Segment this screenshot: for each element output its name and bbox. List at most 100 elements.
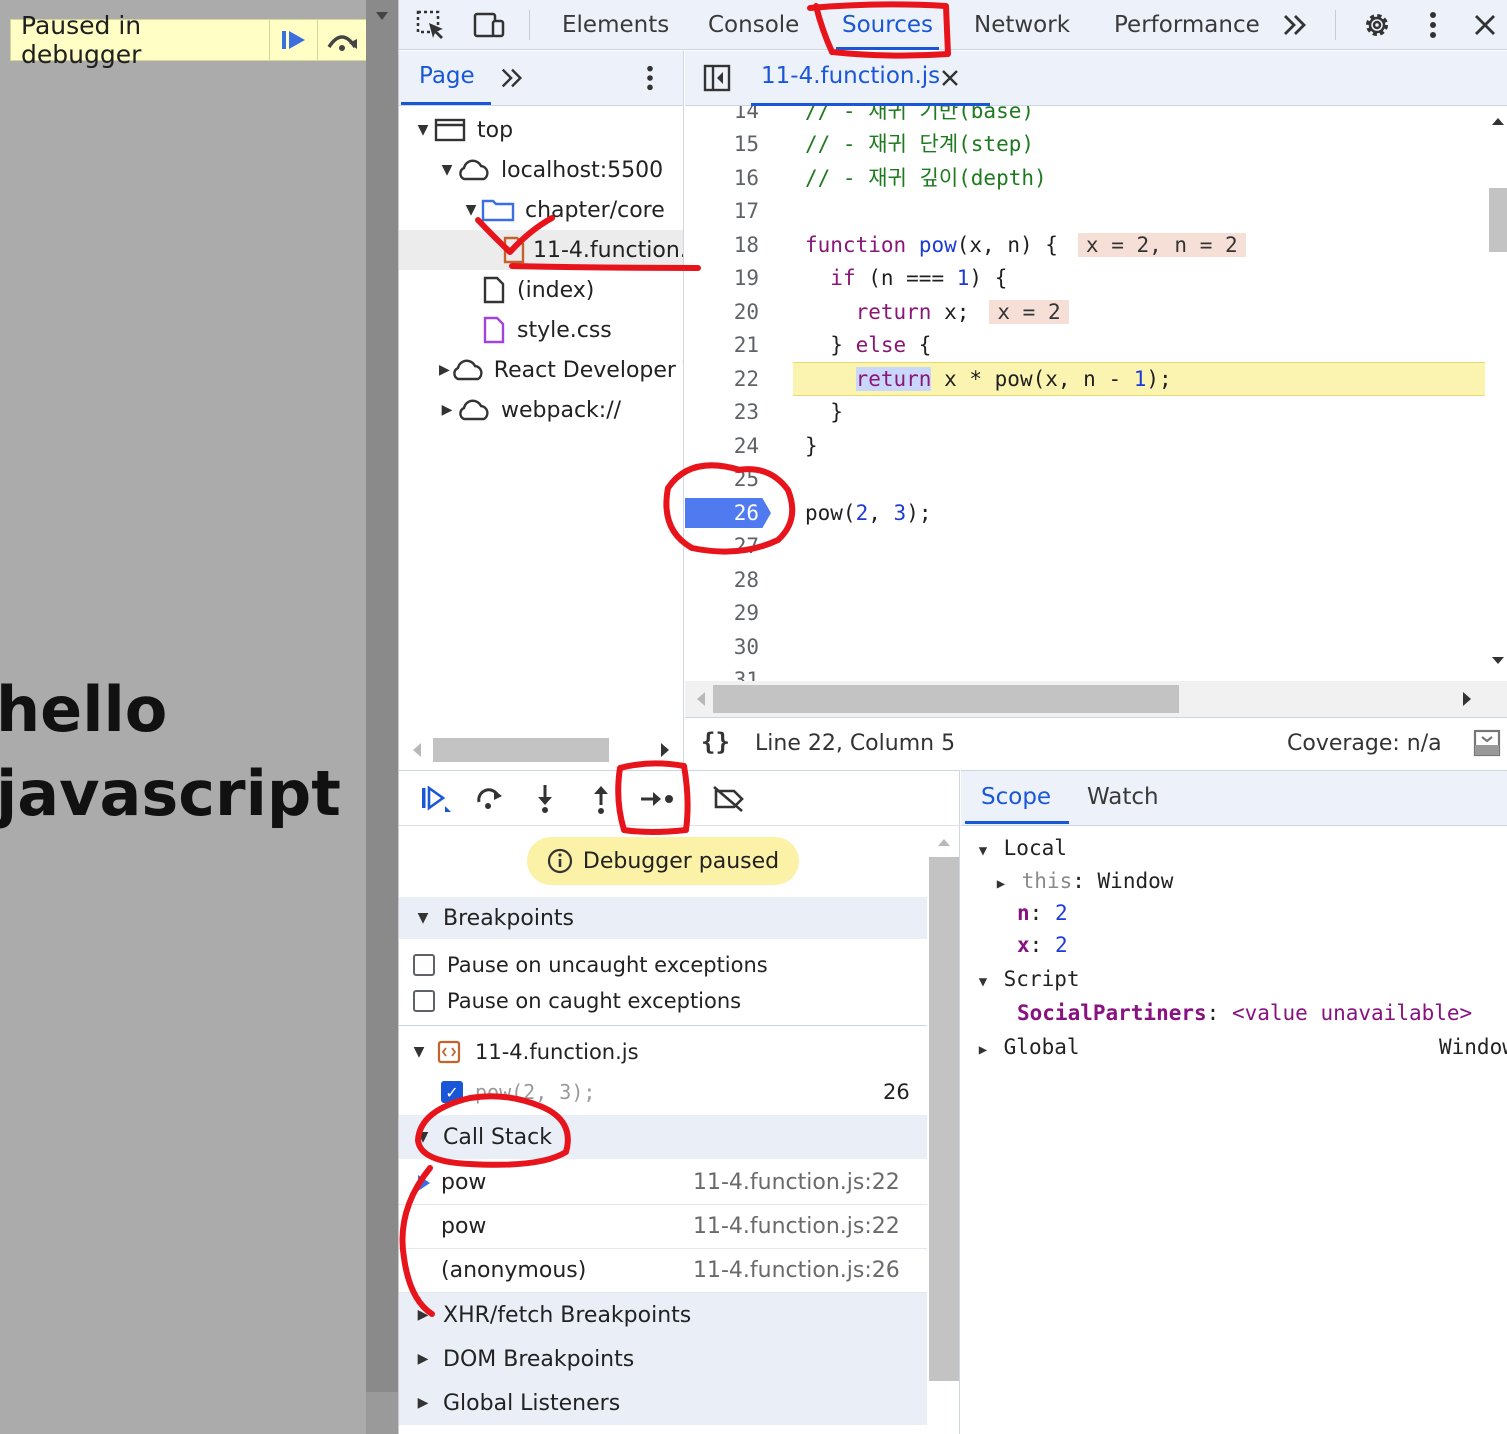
step-into-button[interactable] — [525, 779, 565, 819]
double-chevron-right-icon[interactable] — [499, 66, 525, 90]
call-frame-function: pow — [441, 1214, 487, 1239]
step-button[interactable] — [637, 779, 677, 819]
tab-scope[interactable]: Scope — [964, 784, 1070, 824]
inspect-element-button[interactable] — [413, 7, 449, 43]
scope-variable-x[interactable]: x: 2 — [1017, 929, 1068, 961]
tree-item-index[interactable]: (index) — [399, 270, 683, 310]
step-over-button[interactable] — [317, 20, 365, 60]
editor-vertical-scrollbar[interactable] — [1486, 106, 1507, 681]
checkbox-label: Pause on caught exceptions — [447, 989, 742, 1013]
xhr-breakpoints-section-header[interactable]: ▶ XHR/fetch Breakpoints — [399, 1293, 927, 1337]
scroll-up-icon[interactable] — [937, 837, 951, 847]
breakpoint-file-group[interactable]: ▼ 11-4.function.js — [399, 1033, 927, 1071]
dom-breakpoints-section-header[interactable]: ▶ DOM Breakpoints — [399, 1337, 927, 1381]
call-frame-location[interactable]: 11-4.function.js:22 — [693, 1170, 900, 1195]
tree-item-top[interactable]: ▼ top — [399, 110, 683, 150]
resume-button[interactable] — [269, 20, 317, 60]
breakpoint-enabled-checkbox[interactable]: ✓ — [441, 1081, 463, 1103]
call-frame[interactable]: pow 11-4.function.js:22 — [399, 1161, 927, 1205]
pretty-print-icon[interactable]: {} — [701, 728, 730, 756]
pause-uncaught-row[interactable]: Pause on uncaught exceptions — [399, 947, 927, 983]
call-frame-location[interactable]: 11-4.function.js:22 — [693, 1214, 900, 1239]
scope-variable-n[interactable]: n: 2 — [1017, 897, 1068, 929]
collapse-triangle-icon: ▶ — [417, 1395, 429, 1411]
tree-item-react-devtools[interactable]: ▶ React Developer Tools — [399, 350, 683, 390]
call-frame-function: (anonymous) — [441, 1258, 587, 1283]
scope-global-header[interactable]: ▶ Global Window — [975, 1031, 1507, 1063]
tree-item-localhost[interactable]: ▼ localhost:5500 — [399, 150, 683, 190]
scope-this-entry[interactable]: ▶ this: Window — [993, 865, 1174, 897]
toggle-navigator-icon[interactable] — [703, 64, 731, 92]
debugger-panes: Debugger paused ▼ Breakpoints Pause on u… — [399, 827, 927, 1434]
scroll-right-icon[interactable] — [659, 742, 671, 758]
customize-menu-button[interactable] — [1415, 7, 1451, 43]
call-stack-section-header[interactable]: ▼ Call Stack — [399, 1115, 927, 1159]
device-toolbar-button[interactable] — [471, 7, 507, 43]
scope-local-header[interactable]: ▼ Local — [975, 832, 1067, 864]
step-out-button[interactable] — [581, 779, 621, 819]
tree-item-label: webpack:// — [501, 397, 622, 423]
kebab-menu-icon[interactable] — [645, 64, 655, 92]
folder-icon — [479, 195, 517, 225]
call-frame-location[interactable]: 11-4.function.js:26 — [693, 1258, 900, 1283]
tab-sources[interactable]: Sources — [836, 8, 939, 50]
pause-caught-checkbox[interactable] — [413, 990, 435, 1012]
more-tabs-button[interactable] — [1277, 7, 1313, 43]
step-over-button[interactable] — [469, 779, 509, 819]
scroll-left-icon[interactable] — [411, 742, 423, 758]
step-into-icon — [538, 785, 552, 813]
inline-value-badge: x = 2, n = 2 — [1077, 233, 1246, 257]
tab-elements[interactable]: Elements — [562, 8, 669, 42]
call-frame[interactable]: (anonymous) 11-4.function.js:26 — [399, 1249, 927, 1293]
scrollbar-thumb[interactable] — [929, 857, 959, 1381]
tab-network[interactable]: Network — [974, 8, 1070, 42]
scroll-right-icon[interactable] — [1461, 691, 1473, 707]
code-line: 31 — [733, 668, 759, 681]
cloud-icon — [455, 395, 493, 425]
code-editor: 11-4.function.js 14// - 재귀 기반(base) 15//… — [685, 51, 1507, 769]
page-devtools-divider[interactable] — [366, 0, 398, 1434]
tree-item-webpack[interactable]: ▶ webpack:// — [399, 390, 683, 430]
code-lines[interactable]: 14// - 재귀 기반(base) 15// - 재귀 단계(step) 16… — [685, 106, 1485, 681]
pause-caught-row[interactable]: Pause on caught exceptions — [399, 983, 927, 1019]
tab-console[interactable]: Console — [708, 8, 799, 42]
editor-horizontal-scrollbar[interactable] — [685, 681, 1507, 717]
tab-performance[interactable]: Performance — [1114, 8, 1260, 42]
deactivate-breakpoints-button[interactable] — [709, 779, 749, 819]
breakpoint-entry[interactable]: ✓ pow(2, 3); 26 — [399, 1073, 927, 1111]
resume-button[interactable] — [415, 779, 455, 819]
step-over-icon — [477, 788, 502, 809]
scope-variable-social[interactable]: SocialPartiners: <value unavailable> — [1017, 997, 1472, 1029]
tree-item-function-js[interactable]: 11-4.function.js — [399, 230, 683, 270]
call-frame[interactable]: pow 11-4.function.js:22 — [399, 1205, 927, 1249]
scroll-left-icon[interactable] — [695, 691, 707, 707]
breakpoint-file-name: 11-4.function.js — [475, 1040, 639, 1064]
divider-bottom — [366, 1392, 398, 1434]
scrollbar-thumb[interactable] — [433, 738, 609, 762]
close-devtools-button[interactable] — [1467, 7, 1503, 43]
scrollbar-thumb[interactable] — [713, 685, 1179, 713]
navigator-horizontal-scrollbar[interactable] — [399, 732, 683, 768]
pause-uncaught-checkbox[interactable] — [413, 954, 435, 976]
tree-item-label: localhost:5500 — [501, 157, 664, 183]
global-listeners-section-header[interactable]: ▶ Global Listeners — [399, 1381, 927, 1425]
toggle-drawer-icon[interactable] — [1473, 729, 1501, 757]
scroll-down-icon[interactable] — [1491, 656, 1505, 666]
tab-page[interactable]: Page — [401, 63, 491, 105]
editor-status-bar: {} Line 22, Column 5 Coverage: n/a — [685, 717, 1507, 769]
settings-button[interactable] — [1359, 7, 1395, 43]
breakpoint-line-number: 26 — [883, 1080, 910, 1104]
tree-item-style-css[interactable]: style.css — [399, 310, 683, 350]
scope-script-header[interactable]: ▼ Script — [975, 963, 1080, 995]
scrollbar-thumb[interactable] — [1489, 188, 1507, 252]
debugger-vertical-scrollbar[interactable] — [929, 827, 959, 1434]
breakpoints-section-header[interactable]: ▼ Breakpoints — [399, 897, 927, 939]
close-tab-icon[interactable] — [941, 69, 959, 87]
js-file-icon — [503, 235, 525, 265]
scroll-up-icon[interactable] — [1491, 116, 1505, 126]
tree-item-chapter-core[interactable]: ▼ chapter/core — [399, 190, 683, 230]
editor-file-tab[interactable]: 11-4.function.js — [750, 63, 991, 106]
double-chevron-right-icon — [1284, 15, 1306, 35]
tab-watch[interactable]: Watch — [1087, 784, 1159, 810]
editor-tab-bar: 11-4.function.js — [685, 51, 1507, 106]
